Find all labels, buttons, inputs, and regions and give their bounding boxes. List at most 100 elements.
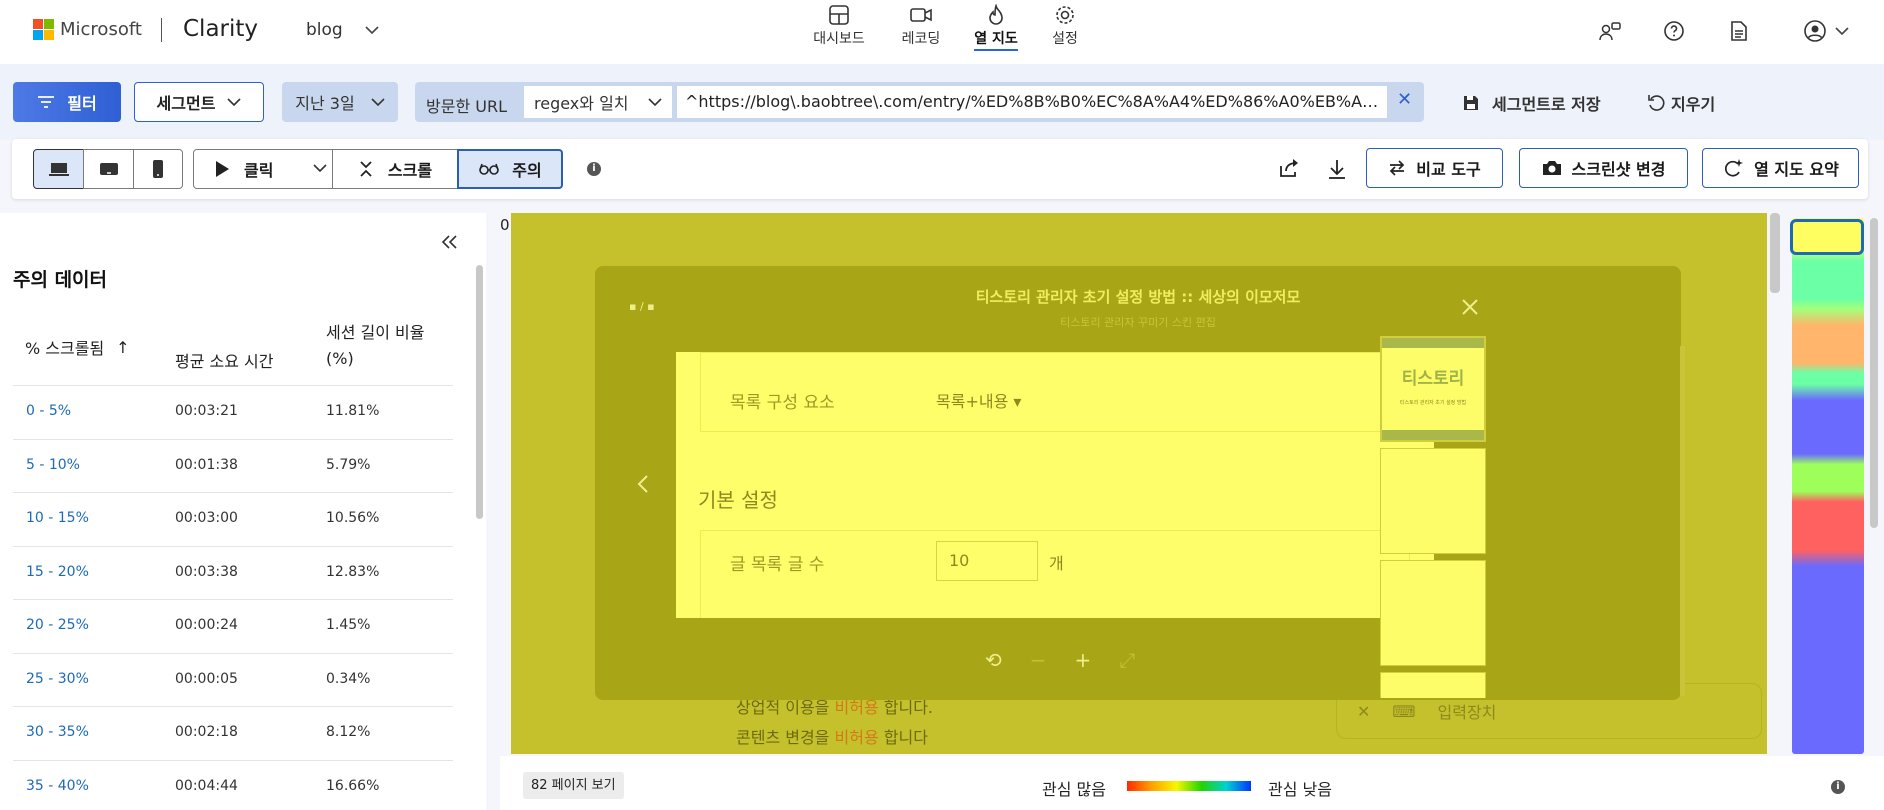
swap-arrows-icon: [1390, 160, 1405, 176]
chevron-down-icon: [648, 97, 662, 106]
tablet-view-button[interactable]: [83, 149, 134, 189]
fullscreen-icon[interactable]: ⤢: [1119, 648, 1135, 672]
ruler-zero-label: 0: [500, 216, 510, 234]
change-screenshot-button[interactable]: 스크린샷 변경: [1519, 148, 1688, 188]
nav-heatmaps[interactable]: 열 지도: [961, 4, 1031, 51]
zoom-in-icon[interactable]: +: [1075, 648, 1092, 672]
filter-lines-icon: [38, 96, 55, 108]
previous-image-icon[interactable]: [637, 474, 649, 494]
scroll-range-cell: 10 - 15%: [26, 510, 89, 526]
url-pattern-input[interactable]: ^https://blog\.baobtree\.com/entry/%ED%8…: [677, 86, 1387, 118]
session-ratio-cell: 11.81%: [326, 403, 380, 419]
table-row: 30 - 35% 00:02:18 8.12%: [13, 706, 453, 760]
info-icon[interactable]: i: [1831, 780, 1845, 794]
legend-high-label: 관심 많음: [1042, 780, 1106, 799]
keyboard-icon: ⌨: [1392, 701, 1416, 721]
image-preview: 목록 구성 요소 목록+내용 ▾ 기본 설정 글 목록 글 수 10 개: [676, 352, 1434, 618]
scroll-range-cell: 30 - 35%: [26, 724, 89, 740]
user-avatar-icon: [1804, 20, 1826, 42]
nav-dashboard[interactable]: 대시보드: [804, 4, 874, 48]
column-header-scroll[interactable]: % 스크롤됨 ↑: [25, 335, 130, 359]
attention-color-scale: [1127, 781, 1251, 791]
heatmap-summary-button[interactable]: 열 지도 요약: [1702, 148, 1859, 188]
scroll-arrows-icon: [360, 161, 372, 177]
glasses-icon: [479, 163, 500, 175]
mobile-view-button[interactable]: [133, 149, 183, 189]
session-ratio-cell: 10.56%: [326, 510, 380, 526]
dashboard-icon: [829, 5, 849, 25]
thumbnail[interactable]: [1380, 560, 1486, 666]
gear-icon: [1056, 6, 1074, 24]
page-minimap[interactable]: [1792, 218, 1864, 754]
close-modal-icon[interactable]: [1461, 298, 1479, 316]
chevron-down-icon: [227, 97, 242, 106]
collapse-panel-icon[interactable]: [440, 234, 458, 250]
account-menu[interactable]: [1803, 19, 1849, 43]
share-button[interactable]: [1278, 158, 1300, 182]
chevron-down-icon: [371, 97, 385, 106]
scroll-heatmap-button[interactable]: 스크롤: [332, 149, 458, 189]
share-project-button[interactable]: [1597, 18, 1623, 44]
tablet-icon: [99, 163, 118, 175]
desktop-view-button[interactable]: [33, 149, 84, 189]
microsoft-wordmark: Microsoft: [60, 19, 142, 40]
table-row: 0 - 5% 00:03:21 11.81%: [13, 385, 453, 439]
thumbnail-scrollbar[interactable]: [1680, 346, 1685, 696]
count-unit: 개: [1049, 554, 1064, 573]
session-ratio-cell: 0.34%: [326, 670, 371, 687]
heatmap-toolbar: 클릭 스크롤 주의 i 비교 도구 스크린샷 변경 열 지도 요약: [12, 139, 1868, 199]
nav-recordings[interactable]: 레코딩: [886, 4, 956, 48]
top-navigation-bar: Microsoft Clarity blog 대시보드 레코딩 열 지도 설정: [0, 0, 1884, 64]
panel-scrollbar[interactable]: [476, 265, 483, 519]
table-row: 20 - 25% 00:00:24 1.45%: [13, 599, 453, 653]
zoom-out-icon[interactable]: −: [1030, 648, 1047, 672]
segment-dropdown[interactable]: 세그먼트: [134, 82, 264, 122]
minimap-viewport[interactable]: [1790, 219, 1864, 255]
thumbnail-active[interactable]: 티스토리 티스토리 관리자 초기 설정 방법: [1380, 336, 1486, 442]
document-icon: [1731, 21, 1747, 41]
share-icon: [1280, 159, 1298, 177]
nav-settings[interactable]: 설정: [1030, 4, 1100, 48]
url-filter-label: 방문한 URL: [426, 97, 507, 116]
match-type-dropdown[interactable]: regex와 일치: [524, 86, 672, 118]
thumbnail[interactable]: [1380, 448, 1486, 554]
clear-filters-button[interactable]: 지우기: [1647, 91, 1715, 115]
divider: [161, 18, 162, 42]
session-ratio-cell: 5.79%: [326, 456, 371, 473]
laptop-icon: [48, 163, 69, 176]
thumbnail[interactable]: [1380, 672, 1486, 698]
download-button[interactable]: [1327, 158, 1347, 184]
table-row: 15 - 20% 00:03:38 12.83%: [13, 545, 453, 600]
scroll-range-cell: 5 - 10%: [26, 456, 80, 473]
remove-url-filter-icon[interactable]: ✕: [1397, 89, 1412, 110]
avg-time-cell: 00:03:00: [175, 510, 238, 526]
save-as-segment-button[interactable]: 세그먼트로 저장: [1462, 91, 1601, 115]
undo-icon: [1648, 95, 1665, 111]
info-icon[interactable]: i: [587, 162, 601, 176]
documents-button[interactable]: [1726, 18, 1752, 44]
date-range-dropdown[interactable]: 지난 3일: [282, 82, 398, 122]
count-input: 10: [936, 541, 1038, 581]
filter-bar: 필터 세그먼트 지난 3일 방문한 URL regex와 일치 ^https:/…: [0, 64, 1884, 140]
microsoft-logo-icon: [33, 19, 54, 40]
click-heatmap-button[interactable]: 클릭: [193, 149, 333, 189]
attention-heatmap-button[interactable]: 주의: [457, 149, 563, 189]
setting-label: 글 목록 글 수: [730, 555, 825, 575]
image-viewer-modal: ▪ / ▪ 티스토리 관리자 초기 설정 방법 :: 세상의 이모저모 티스토리…: [595, 266, 1685, 700]
project-selector[interactable]: blog: [306, 20, 379, 40]
people-icon: [1599, 22, 1621, 41]
heatmap-scrollbar[interactable]: [1770, 213, 1780, 293]
attention-heatmap-canvas[interactable]: 상업적 이용을 비허용 합니다. 콘텐츠 변경을 비허용 합니다 ✕ ⌨ 입력장…: [511, 213, 1767, 754]
table-row: 25 - 30% 00:00:05 0.34%: [13, 652, 453, 707]
compare-tool-button[interactable]: 비교 도구: [1366, 148, 1503, 188]
scroll-range-cell: 25 - 30%: [26, 670, 89, 687]
rotate-icon[interactable]: ⟲: [985, 648, 1002, 672]
help-button[interactable]: [1661, 18, 1687, 44]
filter-button[interactable]: 필터: [13, 82, 121, 122]
minimap-scrollbar[interactable]: [1870, 218, 1878, 528]
cursor-pointer-icon: [216, 161, 229, 177]
save-disk-icon: [1464, 96, 1478, 110]
chevron-down-icon: [1835, 26, 1849, 35]
setting-value: 목록+내용 ▾: [936, 392, 1022, 411]
sort-ascending-icon: ↑: [116, 337, 130, 357]
